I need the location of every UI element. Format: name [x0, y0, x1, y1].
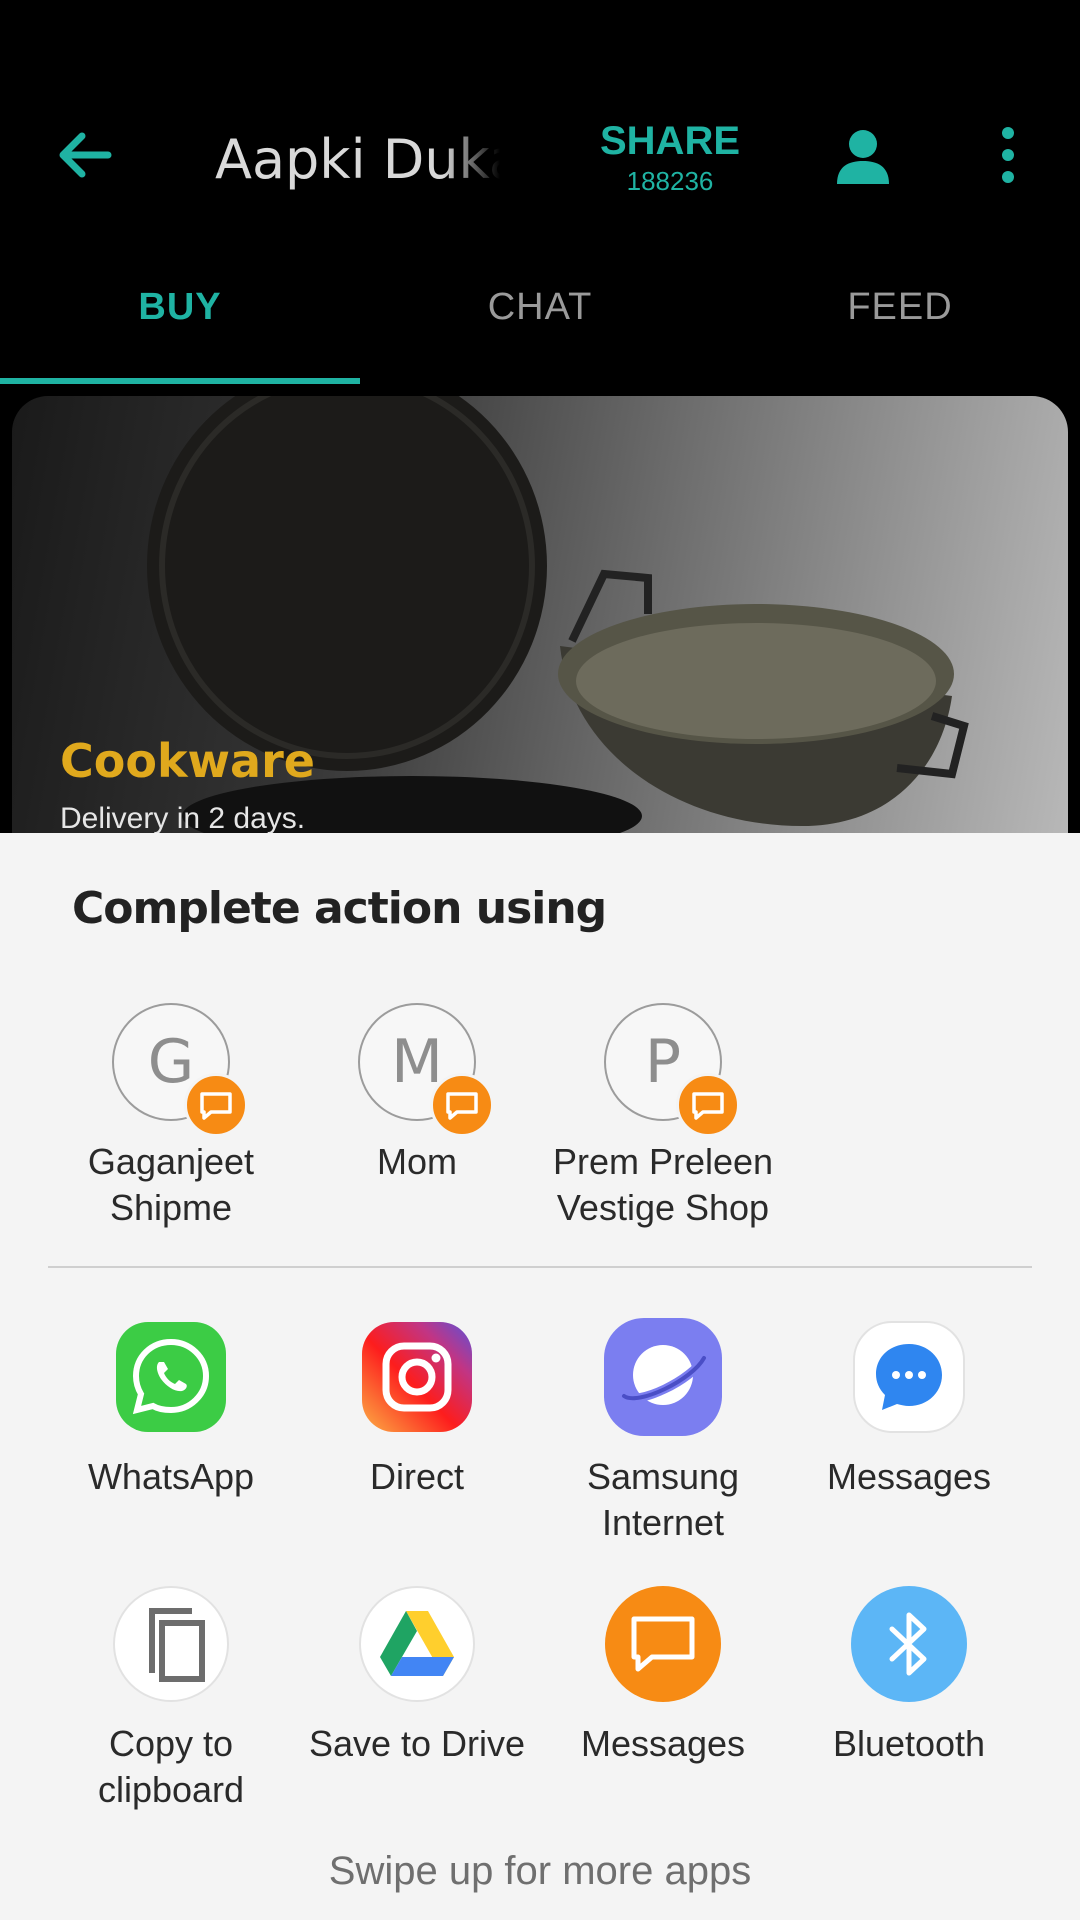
swipe-hint: Swipe up for more apps: [328, 1849, 752, 1893]
person-icon: [837, 130, 889, 184]
app-target-bluetooth[interactable]: Bluetooth: [786, 1585, 1032, 1767]
share-button[interactable]: SHARE 188236: [580, 118, 760, 203]
category-banner[interactable]: Cookware Delivery in 2 days.: [12, 396, 1068, 836]
app-label: Direct: [369, 1456, 464, 1497]
contact-name: Mom: [377, 1141, 457, 1182]
app-target-messages[interactable]: Messages: [786, 1318, 1032, 1500]
tab-indicator: [0, 378, 360, 384]
more-options-button[interactable]: [990, 125, 1026, 185]
page-title: Aapki Dukan: [215, 128, 500, 191]
app-label: Messages: [580, 1723, 746, 1764]
app-label: Copy to clipboard: [97, 1723, 245, 1810]
whatsapp-icon: [112, 1318, 230, 1436]
tab-buy[interactable]: BUY: [0, 265, 360, 385]
tab-bar: BUY CHAT FEED: [0, 265, 1080, 385]
app-label: Messages: [826, 1456, 992, 1497]
avatar: G: [112, 1003, 248, 1137]
contact-name: Prem Preleen Vestige Shop: [552, 1141, 774, 1228]
chat-badge-icon: [184, 1073, 248, 1137]
contact-name: Gaganjeet Shipme: [87, 1141, 255, 1228]
tab-chat[interactable]: CHAT: [360, 265, 720, 385]
arrow-left-icon: [59, 132, 112, 178]
avatar: M: [358, 1003, 494, 1137]
sheet-title: Complete action using: [72, 883, 607, 934]
app-label: Bluetooth: [832, 1723, 986, 1764]
chat-bubble-icon: [604, 1585, 722, 1703]
contact-target[interactable]: M Mom: [294, 1003, 540, 1185]
app-label: Save to Drive: [308, 1723, 526, 1764]
banner-subtitle: Delivery in 2 days.: [60, 802, 306, 835]
instagram-icon: [358, 1318, 476, 1436]
app-label: Samsung Internet: [586, 1456, 740, 1543]
app-bar: Aapki Dukan SHARE 188236: [0, 0, 1080, 290]
bluetooth-icon: [850, 1585, 968, 1703]
share-label: SHARE: [599, 119, 741, 163]
app-target-direct[interactable]: Direct: [294, 1318, 540, 1500]
messages-icon: [850, 1318, 968, 1436]
app-target-whatsapp[interactable]: WhatsApp: [48, 1318, 294, 1500]
copy-icon: [112, 1585, 230, 1703]
samsung-internet-icon: [604, 1318, 722, 1436]
contact-target[interactable]: P Prem Preleen Vestige Shop: [540, 1003, 786, 1231]
app-target-samsung-internet[interactable]: Samsung Internet: [540, 1318, 786, 1546]
app-target-copy[interactable]: Copy to clipboard: [48, 1585, 294, 1813]
chat-badge-icon: [676, 1073, 740, 1137]
avatar: P: [604, 1003, 740, 1137]
app-label: WhatsApp: [87, 1456, 255, 1497]
google-drive-icon: [358, 1585, 476, 1703]
chat-badge-icon: [430, 1073, 494, 1137]
share-count: 188236: [626, 166, 714, 196]
banner-title: Cookware: [60, 734, 315, 788]
tab-feed[interactable]: FEED: [720, 265, 1080, 385]
profile-button[interactable]: [835, 128, 891, 184]
contact-target[interactable]: G Gaganjeet Shipme: [48, 1003, 294, 1231]
divider: [48, 1266, 1032, 1268]
screen: Aapki Dukan SHARE 188236 BUY CHAT FEED: [0, 0, 1080, 1920]
back-button[interactable]: [50, 120, 120, 190]
app-target-messages-2[interactable]: Messages: [540, 1585, 786, 1767]
app-target-drive[interactable]: Save to Drive: [294, 1585, 540, 1767]
more-vert-icon: [1002, 127, 1014, 183]
share-sheet: Complete action using G Gaganjeet Shipme…: [0, 833, 1080, 1920]
